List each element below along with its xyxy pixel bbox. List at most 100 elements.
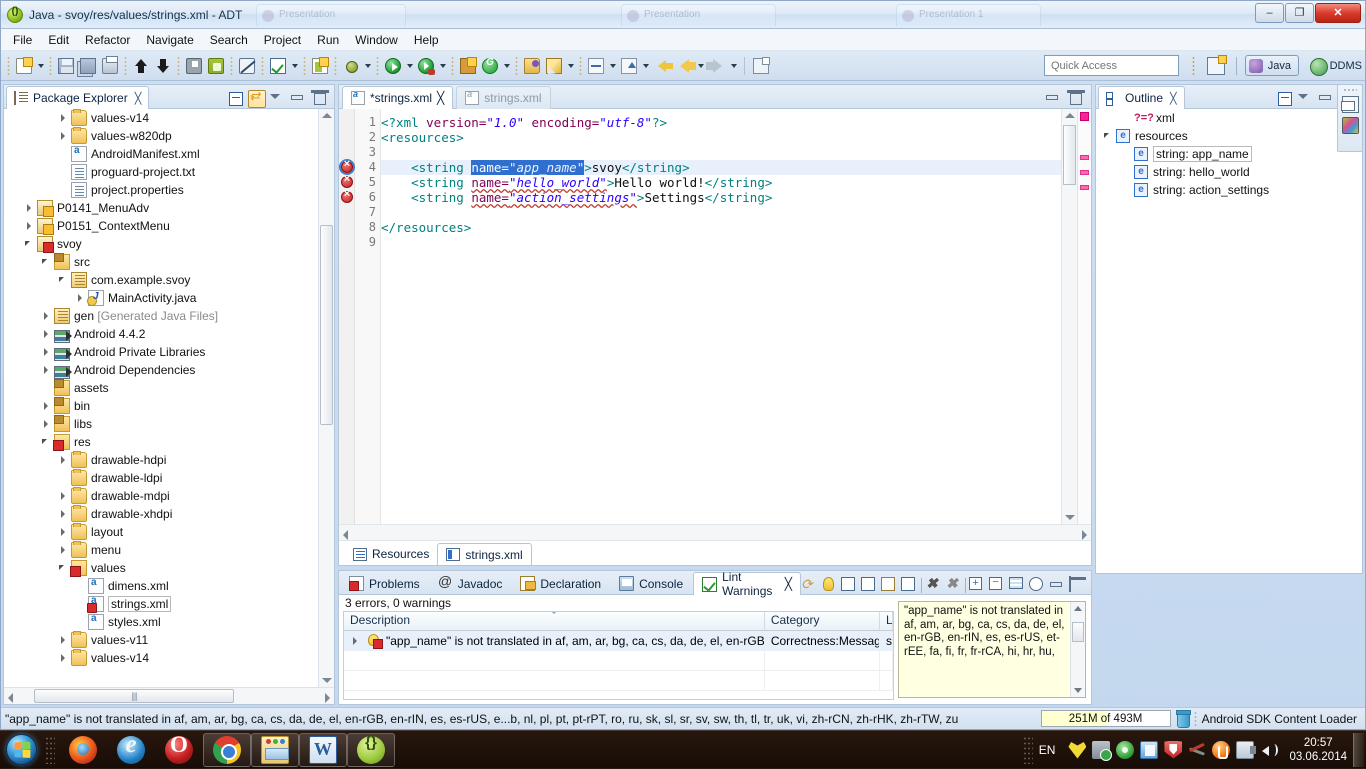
tree-item-layout[interactable]: layout: [4, 523, 318, 541]
overview-error-marker[interactable]: [1080, 155, 1089, 160]
collapse-all-icon[interactable]: −: [989, 577, 1006, 594]
scroll-down-icon[interactable]: [1074, 688, 1082, 693]
collapse-arrow-icon[interactable]: [1102, 129, 1116, 143]
tab-declaration[interactable]: Declaration: [512, 572, 609, 595]
quick-fix-icon[interactable]: [821, 577, 838, 594]
run-gc-icon[interactable]: [1175, 710, 1190, 727]
tree-item-libs[interactable]: libs: [4, 415, 318, 433]
editor-marker-ruler[interactable]: [339, 109, 355, 524]
link-with-editor-icon[interactable]: [248, 90, 266, 108]
new-wizard-icon[interactable]: [13, 55, 35, 77]
build-check-icon[interactable]: [267, 55, 289, 77]
menu-window[interactable]: Window: [347, 31, 406, 49]
editor-code-area[interactable]: <?xml version="1.0" encoding="utf-8"?><r…: [381, 109, 1061, 524]
outline-item-string-action-settings[interactable]: estring: action_settings: [1096, 181, 1362, 199]
scroll-left-icon[interactable]: [8, 693, 13, 703]
perspective-ddms[interactable]: DDMS: [1310, 56, 1362, 76]
editor-page-strings-xml[interactable]: strings.xml: [437, 543, 531, 565]
expand-arrow-icon[interactable]: [57, 489, 71, 503]
tree-item-androidmanifest-xml[interactable]: AndroidManifest.xml: [4, 145, 318, 163]
minimize-icon[interactable]: [1318, 90, 1336, 108]
tab-outline[interactable]: Outline ╳: [1098, 86, 1185, 109]
quick-access-input[interactable]: [1044, 55, 1179, 76]
scroll-down-icon[interactable]: [322, 678, 332, 683]
menu-edit[interactable]: Edit: [40, 31, 77, 49]
outline-item-xml[interactable]: ?=?xml: [1096, 109, 1362, 127]
taskbar-grip[interactable]: [45, 736, 55, 764]
expand-arrow-icon[interactable]: [57, 651, 71, 665]
run-config-dropdown-icon[interactable]: [437, 55, 448, 77]
editor-tab-strings-modified[interactable]: *strings.xml ╳: [342, 86, 453, 109]
tab-lint-warnings[interactable]: Lint Warnings ╳: [693, 572, 801, 595]
perspective-java[interactable]: Java: [1245, 55, 1299, 76]
package-explorer-vscrollbar[interactable]: [318, 109, 334, 687]
taskbar-firefox-icon[interactable]: [59, 733, 107, 767]
collapse-arrow-icon[interactable]: [57, 561, 71, 575]
tab-console[interactable]: Console: [611, 572, 691, 595]
tray-orange-icon[interactable]: [1212, 741, 1230, 759]
refresh-lint-icon[interactable]: ⟳: [801, 577, 818, 594]
tree-item-strings-xml[interactable]: strings.xml: [4, 595, 318, 613]
close-icon[interactable]: ╳: [437, 91, 444, 105]
menu-navigate[interactable]: Navigate: [138, 31, 201, 49]
column-description[interactable]: Description: [344, 612, 765, 630]
language-indicator[interactable]: EN: [1039, 743, 1056, 757]
tray-disc-icon[interactable]: [1116, 741, 1134, 759]
taskbar-opera-icon[interactable]: [155, 733, 203, 767]
start-button[interactable]: [1, 732, 41, 768]
scroll-left-icon[interactable]: [343, 530, 348, 540]
scroll-thumb[interactable]: [1072, 622, 1084, 642]
expand-arrow-icon[interactable]: [40, 399, 54, 413]
taskbar-chrome-icon[interactable]: [203, 733, 251, 767]
error-marker-icon[interactable]: [341, 191, 353, 203]
overview-error-marker[interactable]: [1080, 112, 1089, 121]
code-line[interactable]: <resources>: [381, 130, 1061, 145]
collapse-arrow-icon[interactable]: [57, 273, 71, 287]
table-row[interactable]: "app_name" is not translated in af, am, …: [344, 631, 893, 651]
maximize-icon[interactable]: [1067, 90, 1085, 108]
tree-item-drawable-xhdpi[interactable]: drawable-xhdpi: [4, 505, 318, 523]
forward-icon[interactable]: [706, 55, 728, 77]
code-line[interactable]: <string name="app_name">svoy</string>: [381, 160, 1061, 175]
back-to-icon[interactable]: [651, 55, 673, 77]
outline-item-string-app-name[interactable]: estring: app_name: [1096, 145, 1362, 163]
restore-button[interactable]: ❐: [1285, 3, 1314, 23]
expand-arrow-icon[interactable]: [40, 363, 54, 377]
tray-security-icon[interactable]: [1164, 741, 1182, 759]
column-category[interactable]: Category: [765, 612, 880, 630]
collapse-arrow-icon[interactable]: [40, 435, 54, 449]
new-wizard-dropdown-icon[interactable]: [35, 55, 46, 77]
suppress-check-icon[interactable]: [841, 577, 858, 594]
pin-editor-icon[interactable]: [750, 55, 772, 77]
run-config-icon[interactable]: [415, 55, 437, 77]
show-desktop-button[interactable]: [1353, 733, 1364, 767]
package-explorer-tree[interactable]: values-v14values-w820dpAndroidManifest.x…: [4, 109, 318, 687]
close-icon[interactable]: ╳: [785, 577, 792, 591]
build-dropdown-icon[interactable]: [289, 55, 300, 77]
menu-help[interactable]: Help: [406, 31, 447, 49]
code-line[interactable]: </resources>: [381, 220, 1061, 235]
tree-item-mainactivity-java[interactable]: MainActivity.java: [4, 289, 318, 307]
suppress-all-icon[interactable]: [901, 577, 918, 594]
taskbar-eclipse-adt-icon[interactable]: [347, 733, 395, 767]
scroll-up-icon[interactable]: [322, 113, 332, 118]
minimize-icon[interactable]: [1045, 90, 1063, 108]
tree-item-res[interactable]: res: [4, 433, 318, 451]
columns-icon[interactable]: [1009, 577, 1026, 594]
skip-breakpoints-icon[interactable]: [236, 55, 258, 77]
tree-item-values-v14[interactable]: values-v14: [4, 109, 318, 127]
menu-file[interactable]: File: [5, 31, 40, 49]
tree-item-src[interactable]: src: [4, 253, 318, 271]
view-menu-icon[interactable]: [269, 90, 287, 108]
edit-pen-icon[interactable]: [543, 55, 565, 77]
tree-item-p0141-menuadv[interactable]: P0141_MenuAdv: [4, 199, 318, 217]
close-icon[interactable]: ╳: [1170, 92, 1177, 105]
next-annotation-icon[interactable]: [585, 55, 607, 77]
tree-item-drawable-ldpi[interactable]: drawable-ldpi: [4, 469, 318, 487]
code-line[interactable]: [381, 205, 1061, 220]
tree-item-styles-xml[interactable]: styles.xml: [4, 613, 318, 631]
print-icon[interactable]: [99, 55, 121, 77]
expand-arrow-icon[interactable]: [23, 201, 37, 215]
tree-item-values-v14[interactable]: values-v14: [4, 649, 318, 667]
back-icon[interactable]: [673, 55, 695, 77]
